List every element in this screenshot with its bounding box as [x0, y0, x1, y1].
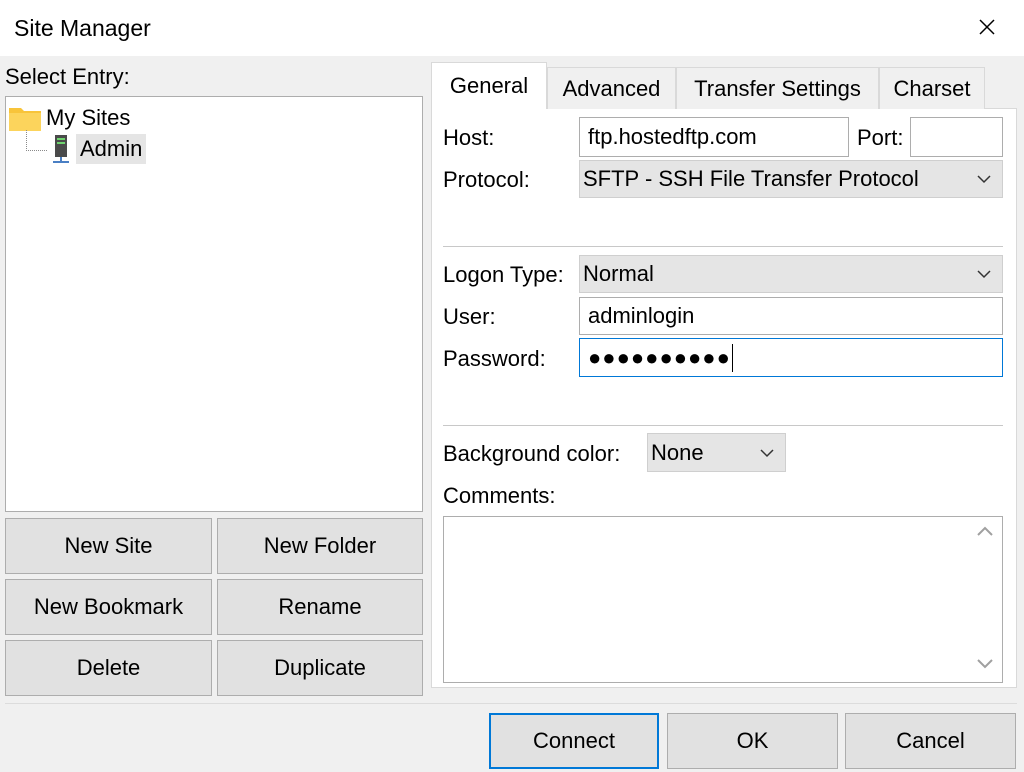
server-icon	[53, 135, 69, 163]
password-input[interactable]: ●●●●●●●●●●	[579, 338, 1003, 377]
password-value: ●●●●●●●●●●	[588, 344, 731, 370]
port-label: Port:	[857, 125, 904, 150]
delete-label: Delete	[76, 655, 141, 680]
ok-label: OK	[736, 728, 769, 753]
logon-type-label: Logon Type:	[443, 262, 564, 287]
scroll-down-icon[interactable]	[973, 651, 997, 675]
new-bookmark-button[interactable]: New Bookmark	[5, 579, 212, 635]
tree-item-label: Admin	[76, 134, 147, 164]
rename-label: Rename	[278, 594, 362, 619]
protocol-value: SFTP - SSH File Transfer Protocol	[583, 166, 919, 191]
protocol-select[interactable]: SFTP - SSH File Transfer Protocol	[579, 160, 1003, 198]
tab-advanced[interactable]: Advanced	[547, 67, 676, 109]
scroll-up-icon[interactable]	[973, 520, 997, 544]
close-icon	[979, 19, 995, 35]
tree-item-label: My Sites	[46, 105, 131, 130]
connect-label: Connect	[533, 728, 615, 753]
background-color-select[interactable]: None	[647, 433, 786, 472]
duplicate-label: Duplicate	[274, 655, 366, 680]
new-site-label: New Site	[64, 533, 153, 558]
host-value: ftp.hostedftp.com	[588, 124, 757, 149]
new-folder-label: New Folder	[263, 533, 377, 558]
tree-connector	[26, 130, 47, 151]
tab-label: Advanced	[562, 75, 661, 101]
chevron-down-icon	[760, 448, 774, 457]
title-bar	[0, 0, 1024, 56]
tree-item-admin[interactable]: Admin	[50, 133, 147, 165]
tab-label: Charset	[893, 75, 971, 101]
protocol-label: Protocol:	[443, 167, 530, 192]
logon-type-value: Normal	[583, 261, 654, 286]
new-bookmark-label: New Bookmark	[33, 594, 184, 619]
user-label: User:	[443, 304, 496, 329]
chevron-down-icon	[977, 175, 991, 184]
ok-button[interactable]: OK	[667, 713, 838, 769]
site-tree[interactable]: My Sites Admin	[5, 96, 423, 512]
tab-transfer-settings[interactable]: Transfer Settings	[676, 67, 879, 109]
tab-label: General	[449, 73, 529, 98]
folder-icon	[9, 108, 41, 131]
close-button[interactable]	[966, 8, 1008, 46]
new-site-button[interactable]: New Site	[5, 518, 212, 574]
tab-general[interactable]: General	[431, 62, 547, 109]
tab-charset[interactable]: Charset	[879, 67, 985, 109]
logon-type-select[interactable]: Normal	[579, 255, 1003, 293]
user-input[interactable]: adminlogin	[579, 297, 1003, 335]
connect-button[interactable]: Connect	[489, 713, 659, 769]
port-input[interactable]	[910, 117, 1003, 157]
background-color-label: Background color:	[443, 441, 621, 466]
host-label: Host:	[443, 125, 495, 150]
comments-textarea[interactable]	[443, 516, 1003, 683]
background-color-value: None	[651, 439, 704, 465]
text-caret	[731, 343, 733, 372]
new-folder-button[interactable]: New Folder	[217, 518, 423, 574]
tab-label: Transfer Settings	[694, 75, 861, 101]
duplicate-button[interactable]: Duplicate	[217, 640, 423, 696]
host-input[interactable]: ftp.hostedftp.com	[579, 117, 849, 157]
cancel-label: Cancel	[896, 728, 965, 753]
select-entry-label: Select Entry:	[5, 64, 130, 89]
divider	[443, 246, 1003, 247]
chevron-down-icon	[977, 270, 991, 279]
window-title: Site Manager	[14, 15, 151, 41]
delete-button[interactable]: Delete	[5, 640, 212, 696]
comments-label: Comments:	[443, 483, 556, 508]
divider	[443, 425, 1003, 426]
user-value: adminlogin	[588, 303, 695, 328]
rename-button[interactable]: Rename	[217, 579, 423, 635]
footer-divider	[5, 703, 1017, 704]
password-label: Password:	[443, 346, 546, 371]
cancel-button[interactable]: Cancel	[845, 713, 1016, 769]
